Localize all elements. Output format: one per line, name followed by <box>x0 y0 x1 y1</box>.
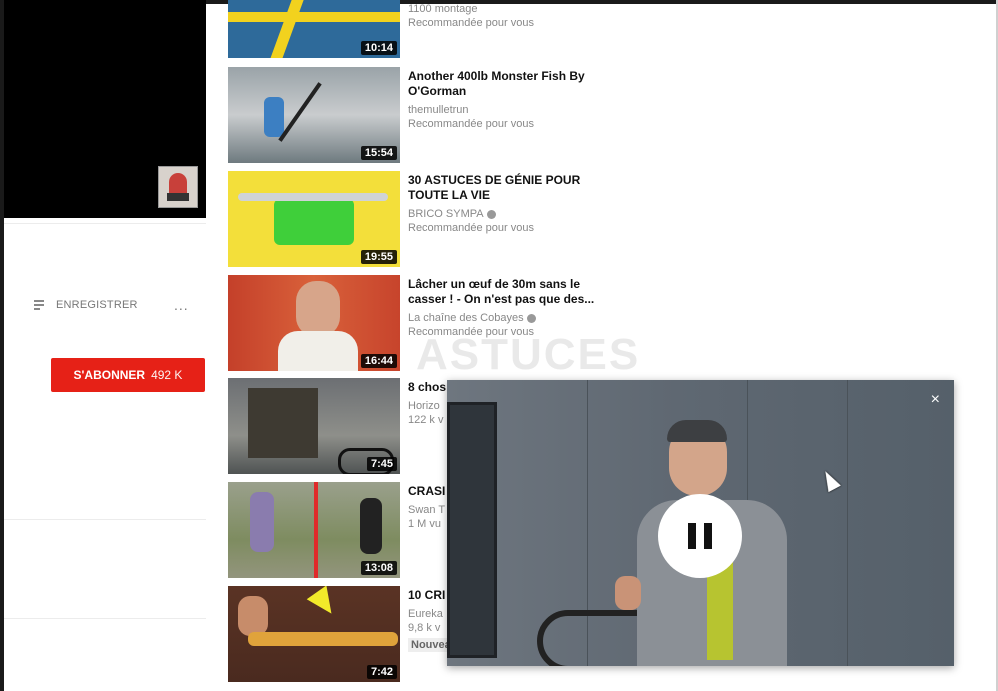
main-video-player[interactable] <box>4 0 206 218</box>
pause-icon-bar <box>704 523 712 549</box>
video-thumbnail[interactable]: 7:45 <box>228 378 400 474</box>
divider <box>4 618 206 619</box>
video-scene-cap <box>667 420 727 442</box>
close-icon[interactable]: × <box>931 392 940 408</box>
video-channel[interactable]: 1100 montage <box>408 2 618 16</box>
video-scene-window <box>447 402 497 658</box>
video-duration: 7:42 <box>366 665 397 679</box>
video-thumbnail[interactable]: 15:54 <box>228 67 400 163</box>
video-channel[interactable]: themulletrun <box>408 103 618 117</box>
video-duration: 7:45 <box>366 457 397 471</box>
video-title[interactable]: 30 ASTUCES DE GÉNIE POUR TOUTE LA VIE <box>408 173 618 203</box>
video-duration: 13:08 <box>360 561 397 575</box>
video-recommendation: Recommandée pour vous <box>408 222 534 234</box>
playlist-add-icon <box>34 299 48 311</box>
video-title[interactable]: Lâcher un œuf de 30m sans le casser ! - … <box>408 277 618 307</box>
save-to-playlist-button[interactable]: ENREGISTRER <box>34 296 138 314</box>
subscriber-count: 492 K <box>151 368 183 382</box>
recommended-video[interactable]: 16:44 Lâcher un œuf de 30m sans le casse… <box>228 275 628 373</box>
video-duration: 16:44 <box>360 354 397 368</box>
video-duration: 10:14 <box>360 41 397 55</box>
save-label: ENREGISTRER <box>56 299 138 311</box>
video-thumbnail[interactable]: 10:14 <box>228 0 400 58</box>
divider <box>4 223 206 224</box>
more-actions-icon[interactable]: ... <box>174 297 189 313</box>
divider <box>4 519 206 520</box>
video-recommendation: Recommandée pour vous <box>408 17 534 29</box>
wall-panel-line <box>847 380 848 666</box>
video-scene-hand <box>615 576 641 610</box>
video-thumbnail[interactable]: 7:42 <box>228 586 400 682</box>
subscribe-label: S'ABONNER <box>73 368 146 382</box>
video-thumbnail[interactable]: 19:55 <box>228 171 400 267</box>
pause-icon-bar <box>688 523 696 549</box>
video-title[interactable]: Another 400lb Monster Fish By O'Gorman <box>408 69 618 99</box>
avatar-figure-base <box>167 193 189 201</box>
channel-watermark-icon[interactable] <box>158 166 198 208</box>
video-duration: 15:54 <box>360 146 397 160</box>
verified-icon <box>486 209 496 219</box>
mini-player[interactable]: × <box>447 380 954 666</box>
video-recommendation: Recommandée pour vous <box>408 326 534 338</box>
subscribe-button[interactable]: S'ABONNER 492 K <box>51 358 205 392</box>
video-recommendation: Recommandée pour vous <box>408 118 534 130</box>
video-channel[interactable]: La chaîne des Cobayes <box>408 311 618 325</box>
video-thumbnail[interactable]: 13:08 <box>228 482 400 578</box>
video-duration: 19:55 <box>360 250 397 264</box>
recommended-video[interactable]: 10:14 1100 montage Recommandée pour vous <box>228 0 628 60</box>
pause-button[interactable] <box>658 494 742 578</box>
recommended-video[interactable]: 15:54 Another 400lb Monster Fish By O'Go… <box>228 67 628 165</box>
verified-icon <box>526 313 536 323</box>
video-channel[interactable]: BRICO SYMPA <box>408 207 618 221</box>
video-thumbnail[interactable]: 16:44 <box>228 275 400 371</box>
recommended-video[interactable]: 19:55 30 ASTUCES DE GÉNIE POUR TOUTE LA … <box>228 171 628 269</box>
